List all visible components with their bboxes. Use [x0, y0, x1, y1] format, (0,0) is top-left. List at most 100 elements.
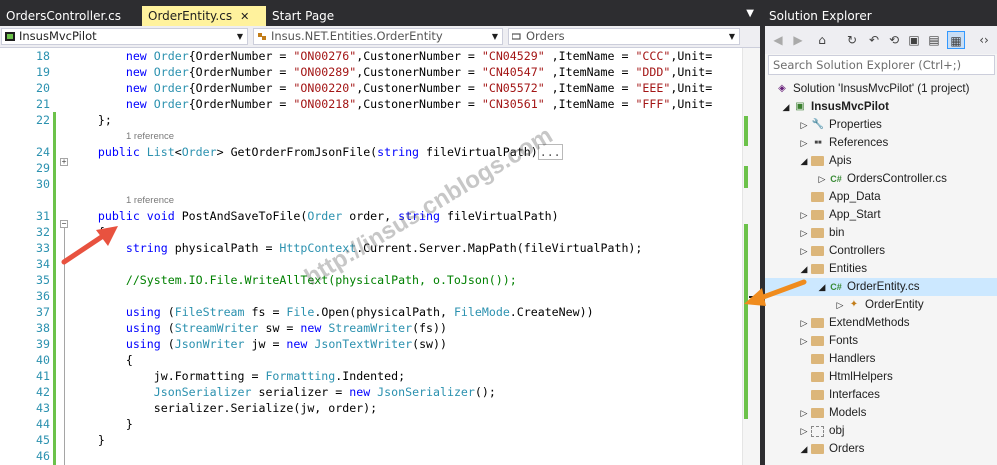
dotted-folder-icon	[811, 426, 824, 437]
tree-item[interactable]: ▷ App_Start	[765, 206, 997, 224]
tab-orderentity[interactable]: OrderEntity.cs ✕	[142, 6, 266, 26]
expand-arrow-icon[interactable]: ▷	[799, 314, 809, 332]
tree-item[interactable]: ▷ Models	[765, 404, 997, 422]
vertical-scrollbar[interactable]	[742, 48, 760, 465]
line-number: 45	[36, 433, 50, 447]
tab-orderscontroller[interactable]: OrdersController.cs	[0, 6, 140, 26]
expand-arrow-icon[interactable]: ▷	[799, 422, 809, 440]
tree-item-label: Fonts	[829, 334, 858, 347]
tree-item[interactable]: ▷ 🔧 Properties	[765, 116, 997, 134]
tree-item[interactable]: ◢ ▣ InsusMvcPilot	[765, 98, 997, 116]
collapse-arrow-icon[interactable]: ◢	[799, 440, 809, 458]
collapse-arrow-icon[interactable]: ◢	[817, 278, 827, 296]
tree-item[interactable]: Handlers	[765, 350, 997, 368]
tree-item-label: bin	[829, 226, 845, 239]
document-tab-bar: OrdersController.cs OrderEntity.cs ✕ Star…	[0, 0, 760, 26]
collapse-all-icon[interactable]: ▣	[905, 31, 923, 49]
tree-item[interactable]: ▷ Controllers	[765, 242, 997, 260]
tree-item-label: OrderEntity	[865, 298, 924, 311]
show-all-files-icon[interactable]: ▤	[925, 31, 943, 49]
code-text: using (JsonWriter jw = new JsonTextWrite…	[125, 337, 447, 351]
tree-item-label: Interfaces	[829, 388, 880, 401]
reference-count-link[interactable]: 1 reference	[126, 193, 174, 207]
tree-item[interactable]: ◢ Entities	[765, 260, 997, 278]
refresh-icon[interactable]: ⟲	[885, 31, 903, 49]
expand-arrow-icon[interactable]: ▷	[799, 206, 809, 224]
line-number: 20	[36, 81, 50, 95]
sync-icon[interactable]: ↻	[843, 31, 861, 49]
solution-explorer: Solution Explorer ◀ ▶ ⌂ ↻ ↶ ⟲ ▣ ▤ ▦ ‹› S…	[744, 0, 997, 465]
expand-arrow-icon[interactable]: ▷	[799, 332, 809, 350]
tree-item[interactable]: ▷ obj	[765, 422, 997, 440]
folder-icon	[811, 372, 824, 382]
back-icon[interactable]: ◀	[769, 31, 787, 49]
csharp-file-icon: C#	[830, 174, 842, 184]
collapse-arrow-icon[interactable]: ◢	[799, 260, 809, 278]
tree-item-label: ExtendMethods	[829, 316, 910, 329]
code-text: };	[70, 113, 112, 127]
line-number: 31	[36, 209, 50, 223]
tree-item[interactable]: ▷ Fonts	[765, 332, 997, 350]
collapse-arrow-icon[interactable]: ◢	[781, 98, 791, 116]
expand-arrow-icon[interactable]: ▷	[799, 116, 809, 134]
code-line: 37 using (FileStream fs = File.Open(phys…	[0, 304, 742, 320]
pending-changes-icon[interactable]: ↶	[865, 31, 883, 49]
tree-item-label: Orders	[829, 442, 865, 455]
expand-region-icon[interactable]: +	[60, 158, 68, 166]
expand-arrow-icon[interactable]: ▷	[817, 170, 827, 188]
expand-arrow-icon[interactable]: ▷	[799, 404, 809, 422]
code-text: }	[70, 417, 133, 431]
expand-arrow-icon[interactable]: ▷	[799, 242, 809, 260]
home-icon[interactable]: ⌂	[813, 31, 831, 49]
member-dropdown[interactable]: Orders ▼	[508, 28, 740, 45]
close-tab-icon[interactable]: ✕	[240, 7, 249, 27]
tree-item[interactable]: HtmlHelpers	[765, 368, 997, 386]
project-dropdown[interactable]: InsusMvcPilot ▼	[1, 28, 248, 45]
line-number: 19	[36, 65, 50, 79]
tree-item[interactable]: ◢ Apis	[765, 152, 997, 170]
code-editor[interactable]: OrdersController.cs OrderEntity.cs ✕ Star…	[0, 0, 760, 465]
tree-item[interactable]: Interfaces	[765, 386, 997, 404]
chevron-down-icon: ▼	[491, 32, 498, 41]
collapse-arrow-icon[interactable]: ◢	[799, 152, 809, 170]
preview-selected-icon[interactable]: ▦	[947, 31, 965, 49]
tree-item[interactable]: App_Data	[765, 188, 997, 206]
class-icon: ✦	[849, 299, 859, 310]
codelens-reference[interactable]: 1 reference	[0, 128, 742, 144]
line-number: 18	[36, 49, 50, 63]
class-dropdown[interactable]: Insus.NET.Entities.OrderEntity ▼	[253, 28, 503, 45]
forward-icon[interactable]: ▶	[789, 31, 807, 49]
chevron-down-icon: ▼	[236, 32, 243, 41]
code-line: 35 //System.IO.File.WriteAllText(physica…	[0, 272, 742, 288]
expand-arrow-icon[interactable]: ▷	[799, 224, 809, 242]
solution-tree[interactable]: ◈ Solution 'InsusMvcPilot' (1 project) ◢ ▣ I…	[765, 80, 997, 465]
code-line: 21 new Order{OrderNumber = "ON00218",Cus…	[0, 96, 742, 112]
tab-list-dropdown-icon[interactable]: ▼	[746, 8, 754, 19]
codelens-reference[interactable]: 1 reference	[0, 192, 742, 208]
code-line: 29	[0, 160, 742, 176]
tree-item[interactable]: ▷ bin	[765, 224, 997, 242]
tree-item-label: Handlers	[829, 352, 876, 365]
line-number: 46	[36, 449, 50, 463]
expand-arrow-icon[interactable]: ▷	[835, 296, 845, 314]
folder-icon	[811, 156, 824, 166]
code-text: serializer.Serialize(jw, order);	[70, 401, 378, 415]
tree-item[interactable]: ▷ ■■ References	[765, 134, 997, 152]
tree-item[interactable]: ▷ C# OrdersController.cs	[765, 170, 997, 188]
line-number: 32	[36, 225, 50, 239]
folder-icon	[811, 354, 824, 364]
change-marker	[744, 116, 748, 146]
line-number: 39	[36, 337, 50, 351]
tree-item[interactable]: ◈ Solution 'InsusMvcPilot' (1 project)	[765, 80, 997, 98]
code-view-icon[interactable]: ‹›	[975, 31, 993, 49]
code-text: using (StreamWriter sw = new StreamWrite…	[125, 321, 447, 335]
expand-arrow-icon[interactable]: ▷	[799, 134, 809, 152]
reference-count-link[interactable]: 1 reference	[126, 129, 174, 143]
tab-start-page[interactable]: Start Page	[266, 6, 356, 26]
change-marker	[744, 224, 748, 419]
tree-item[interactable]: ▷ ExtendMethods	[765, 314, 997, 332]
solution-search-input[interactable]: Search Solution Explorer (Ctrl+;)	[768, 55, 995, 75]
tree-item[interactable]: ◢ Orders	[765, 440, 997, 458]
references-icon: ■■	[814, 140, 822, 146]
solution-explorer-toolbar: ◀ ▶ ⌂ ↻ ↶ ⟲ ▣ ▤ ▦ ‹›	[765, 26, 997, 54]
